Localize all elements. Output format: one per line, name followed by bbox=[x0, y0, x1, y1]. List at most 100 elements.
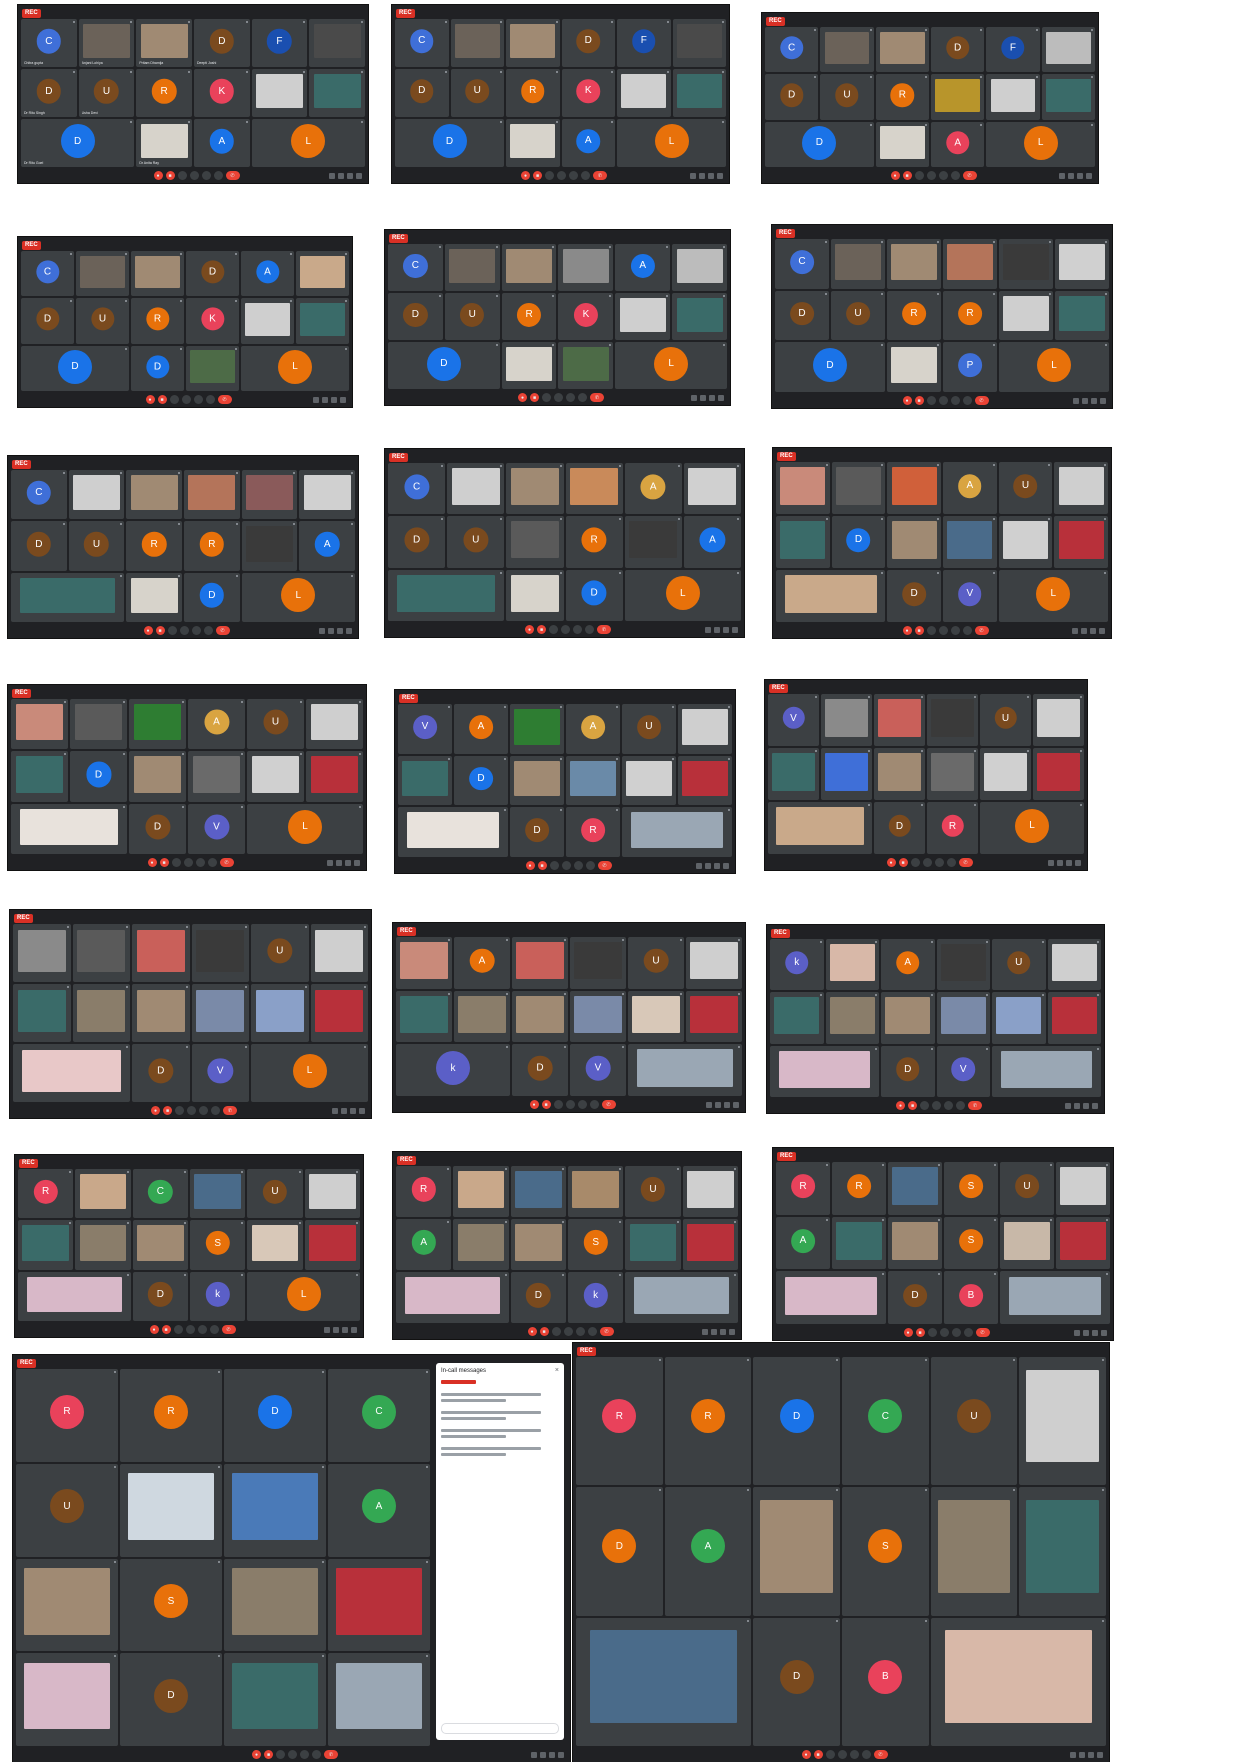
info-icon[interactable] bbox=[531, 1751, 537, 1758]
more-options-icon[interactable] bbox=[441, 518, 444, 521]
participant-tile[interactable] bbox=[184, 470, 240, 520]
more-options-button[interactable] bbox=[207, 858, 217, 867]
chat-icon[interactable] bbox=[1066, 859, 1072, 866]
participant-tile[interactable]: A bbox=[454, 704, 508, 754]
camera-off-button[interactable]: ■ bbox=[537, 861, 547, 870]
participant-tile[interactable] bbox=[875, 121, 929, 167]
participant-tile[interactable] bbox=[501, 244, 557, 291]
more-options-icon[interactable] bbox=[218, 1655, 220, 1658]
participant-tile[interactable] bbox=[678, 704, 732, 754]
participant-tile[interactable] bbox=[686, 990, 742, 1043]
participant-tile[interactable]: C bbox=[775, 239, 829, 289]
more-options-icon[interactable] bbox=[504, 809, 506, 812]
participant-tile[interactable]: D bbox=[11, 521, 67, 571]
participant-tile[interactable]: D bbox=[775, 290, 829, 341]
participant-tile[interactable] bbox=[570, 990, 626, 1043]
participant-tile[interactable]: D bbox=[888, 1271, 942, 1324]
participant-tile[interactable]: D bbox=[561, 19, 615, 67]
participant-tile[interactable] bbox=[506, 463, 564, 515]
more-options-icon[interactable] bbox=[937, 292, 939, 295]
participant-tile[interactable] bbox=[224, 1463, 326, 1557]
participant-tile[interactable] bbox=[678, 755, 732, 806]
participant-tile[interactable]: R bbox=[120, 1369, 222, 1462]
camera-off-button[interactable]: ■ bbox=[539, 1327, 549, 1336]
more-options-icon[interactable] bbox=[178, 574, 180, 577]
more-options-icon[interactable] bbox=[345, 300, 347, 303]
participant-tile[interactable] bbox=[1033, 694, 1084, 746]
more-options-icon[interactable] bbox=[126, 986, 128, 988]
more-options-icon[interactable] bbox=[441, 465, 444, 467]
mic-off-button[interactable]: ● bbox=[890, 171, 900, 180]
participant-tile[interactable] bbox=[927, 748, 978, 800]
more-options-icon[interactable] bbox=[980, 123, 983, 126]
more-options-icon[interactable] bbox=[937, 572, 939, 574]
more-options-icon[interactable] bbox=[188, 121, 190, 123]
more-options-icon[interactable] bbox=[658, 1359, 661, 1361]
participant-tile[interactable]: C bbox=[388, 463, 446, 515]
present-button[interactable] bbox=[934, 858, 944, 867]
mic-off-button[interactable]: ● bbox=[153, 171, 163, 180]
more-options-icon[interactable] bbox=[924, 29, 927, 31]
captions-button[interactable] bbox=[551, 1327, 561, 1336]
more-options-icon[interactable] bbox=[241, 1171, 244, 1173]
participant-tile[interactable] bbox=[510, 704, 564, 754]
more-options-icon[interactable] bbox=[747, 1619, 750, 1622]
people-icon[interactable] bbox=[336, 859, 342, 866]
participant-tile[interactable] bbox=[770, 1045, 879, 1097]
participant-tile[interactable] bbox=[888, 1162, 942, 1215]
raise-hand-button[interactable] bbox=[565, 1100, 575, 1109]
more-options-icon[interactable] bbox=[835, 1489, 838, 1492]
more-options-icon[interactable] bbox=[993, 344, 995, 347]
activities-icon[interactable] bbox=[732, 626, 738, 633]
more-options-icon[interactable] bbox=[300, 701, 302, 703]
present-button[interactable] bbox=[566, 393, 575, 402]
mic-off-button[interactable]: ● bbox=[886, 858, 896, 867]
more-options-icon[interactable] bbox=[245, 21, 248, 23]
more-options-icon[interactable] bbox=[616, 809, 618, 812]
more-options-icon[interactable] bbox=[359, 805, 361, 808]
participant-tile[interactable]: D bbox=[765, 74, 819, 120]
participant-tile[interactable] bbox=[999, 239, 1053, 289]
more-options-icon[interactable] bbox=[938, 1218, 940, 1221]
participant-tile[interactable] bbox=[1047, 939, 1101, 991]
participant-tile[interactable] bbox=[768, 748, 819, 800]
raise-hand-button[interactable] bbox=[554, 393, 563, 402]
more-options-icon[interactable] bbox=[974, 750, 976, 752]
participant-tile[interactable] bbox=[930, 1617, 1106, 1746]
participant-tile[interactable] bbox=[510, 755, 564, 806]
more-options-icon[interactable] bbox=[974, 804, 976, 806]
more-options-icon[interactable] bbox=[986, 1047, 988, 1050]
participant-tile[interactable]: R bbox=[887, 290, 941, 341]
more-options-icon[interactable] bbox=[182, 753, 184, 756]
raise-hand-button[interactable] bbox=[181, 395, 191, 404]
participant-tile[interactable]: V bbox=[936, 1045, 990, 1097]
more-options-icon[interactable] bbox=[293, 523, 296, 526]
participant-tile[interactable]: D bbox=[129, 803, 186, 854]
activities-icon[interactable] bbox=[729, 1328, 735, 1335]
more-options-icon[interactable] bbox=[1080, 696, 1082, 698]
end-call-button[interactable]: ✆ bbox=[974, 396, 989, 405]
participant-tile[interactable] bbox=[992, 992, 1046, 1044]
participant-tile[interactable]: U bbox=[450, 69, 504, 117]
more-options-icon[interactable] bbox=[293, 472, 296, 474]
more-options-icon[interactable] bbox=[241, 1222, 244, 1225]
participant-tile[interactable] bbox=[625, 1219, 681, 1270]
more-options-icon[interactable] bbox=[1104, 572, 1106, 574]
participant-tile[interactable] bbox=[120, 1463, 222, 1557]
more-options-icon[interactable] bbox=[868, 696, 870, 698]
more-options-icon[interactable] bbox=[658, 1489, 661, 1492]
more-options-icon[interactable] bbox=[680, 939, 682, 941]
participant-tile[interactable] bbox=[570, 937, 626, 989]
more-options-icon[interactable] bbox=[345, 253, 347, 255]
more-options-icon[interactable] bbox=[130, 21, 133, 23]
captions-button[interactable] bbox=[173, 1325, 183, 1334]
more-options-icon[interactable] bbox=[738, 992, 740, 995]
more-options-icon[interactable] bbox=[114, 1560, 116, 1563]
participant-tile[interactable]: D bbox=[576, 1487, 663, 1616]
raise-hand-button[interactable] bbox=[563, 1327, 573, 1336]
participant-tile[interactable] bbox=[512, 990, 568, 1043]
participant-tile[interactable]: D bbox=[887, 570, 941, 622]
participant-tile[interactable] bbox=[625, 1272, 738, 1323]
more-options-icon[interactable] bbox=[500, 465, 503, 467]
more-options-icon[interactable] bbox=[1090, 29, 1093, 31]
